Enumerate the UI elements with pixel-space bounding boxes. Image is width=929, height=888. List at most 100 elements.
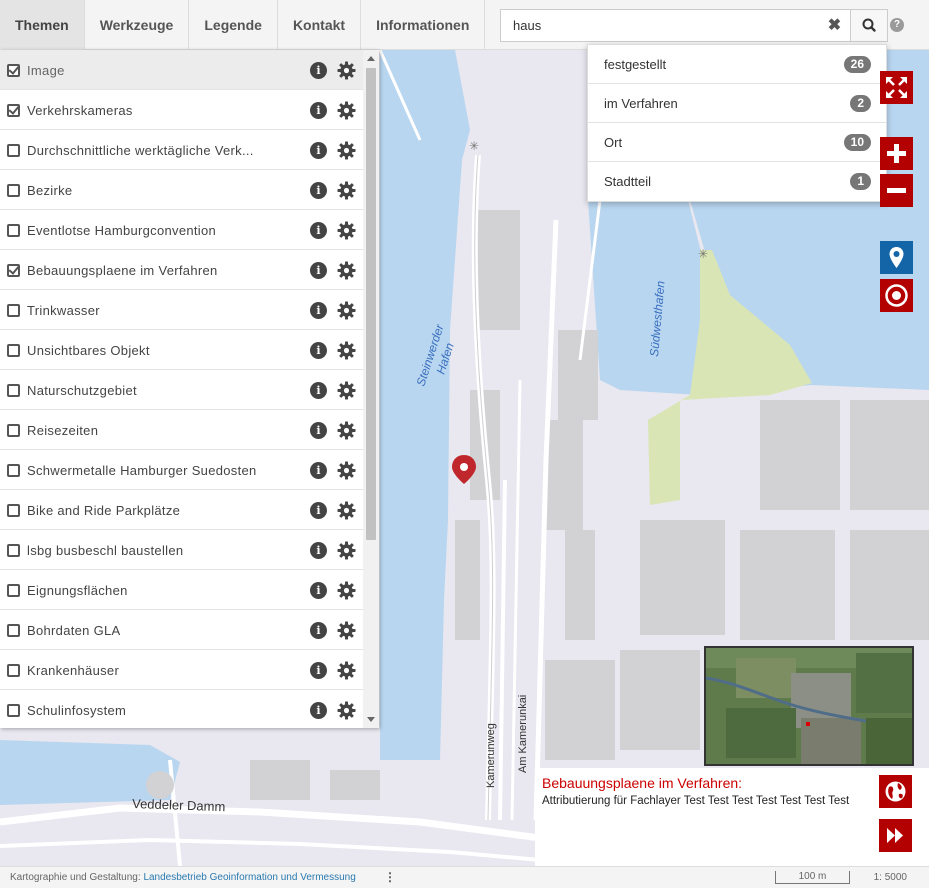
layer-item-krankenh-user[interactable]: Krankenhäuser i (0, 650, 363, 690)
label-kamerunweg: Kamerunweg (485, 723, 497, 788)
tab-themen[interactable]: Themen (0, 0, 85, 50)
gear-icon[interactable] (337, 101, 356, 120)
checkbox-icon[interactable] (7, 504, 20, 517)
info-circle-icon[interactable]: i (310, 622, 327, 639)
gear-icon[interactable] (337, 141, 356, 160)
checked-checkbox-icon[interactable] (7, 104, 20, 117)
fullscreen-button[interactable] (880, 71, 913, 104)
layer-item-schwermetalle-hamburger-suedosten[interactable]: Schwermetalle Hamburger Suedosten i (0, 450, 363, 490)
gear-icon[interactable] (337, 61, 356, 80)
checkbox-icon[interactable] (7, 144, 20, 157)
suggestion-ort[interactable]: Ort 10 (588, 123, 886, 162)
overview-map[interactable] (704, 646, 914, 766)
checkbox-icon[interactable] (7, 624, 20, 637)
layer-item-eventlotse-hamburgconvention[interactable]: Eventlotse Hamburgconvention i (0, 210, 363, 250)
layer-item-naturschutzgebiet[interactable]: Naturschutzgebiet i (0, 370, 363, 410)
orientation-button[interactable] (880, 279, 913, 312)
suggestion-label: Stadtteil (604, 174, 651, 189)
gear-icon[interactable] (337, 461, 356, 480)
gear-icon[interactable] (337, 541, 356, 560)
scroll-down-icon[interactable] (367, 717, 375, 722)
info-circle-icon[interactable]: i (310, 262, 327, 279)
gear-icon[interactable] (337, 581, 356, 600)
layer-item-lsbg-busbeschl-baustellen[interactable]: lsbg busbeschl baustellen i (0, 530, 363, 570)
checkbox-icon[interactable] (7, 304, 20, 317)
scrollbar-thumb[interactable] (366, 68, 376, 540)
suggestion-im-verfahren[interactable]: im Verfahren 2 (588, 84, 886, 123)
layer-item-bohrdaten-gla[interactable]: Bohrdaten GLA i (0, 610, 363, 650)
layer-item-bike-and-ride-parkpl-tze[interactable]: Bike and Ride Parkplätze i (0, 490, 363, 530)
info-circle-icon[interactable]: i (310, 502, 327, 519)
gear-icon[interactable] (337, 661, 356, 680)
scroll-up-icon[interactable] (367, 56, 375, 61)
search-input[interactable] (501, 10, 819, 41)
checkbox-icon[interactable] (7, 384, 20, 397)
info-circle-icon[interactable]: i (310, 62, 327, 79)
checkbox-icon[interactable] (7, 424, 20, 437)
layer-item-schulinfosystem[interactable]: Schulinfosystem i (0, 690, 363, 728)
info-circle-icon[interactable]: i (310, 422, 327, 439)
info-circle-icon[interactable]: i (310, 542, 327, 559)
layer-item-bebauungsplaene-im-verfahren[interactable]: Bebauungsplaene im Verfahren i (0, 250, 363, 290)
checked-checkbox-icon[interactable] (7, 64, 20, 77)
checkbox-icon[interactable] (7, 544, 20, 557)
layer-item-verkehrskameras[interactable]: Verkehrskameras i (0, 90, 363, 130)
layer-item-image[interactable]: Image i (0, 50, 363, 90)
gear-icon[interactable] (337, 221, 356, 240)
attribution-toggle-button[interactable] (879, 819, 912, 852)
gear-icon[interactable] (337, 261, 356, 280)
tab-kontakt[interactable]: Kontakt (278, 0, 362, 50)
scrollbar[interactable] (363, 50, 379, 728)
suggestion-stadtteil[interactable]: Stadtteil 1 (588, 162, 886, 201)
close-icon[interactable]: ✖ (819, 10, 850, 41)
layer-item-trinkwasser[interactable]: Trinkwasser i (0, 290, 363, 330)
checked-checkbox-icon[interactable] (7, 264, 20, 277)
checkbox-icon[interactable] (7, 224, 20, 237)
gear-icon[interactable] (337, 421, 356, 440)
info-circle-icon[interactable]: i (310, 342, 327, 359)
layer-item-unsichtbares-objekt[interactable]: Unsichtbares Objekt i (0, 330, 363, 370)
gear-icon[interactable] (337, 301, 356, 320)
layer-item-reisezeiten[interactable]: Reisezeiten i (0, 410, 363, 450)
footer-link[interactable]: Landesbetrieb Geoinformation und Vermess… (143, 872, 355, 883)
tab-werkzeuge[interactable]: Werkzeuge (85, 0, 190, 50)
gear-icon[interactable] (337, 501, 356, 520)
checkbox-icon[interactable] (7, 464, 20, 477)
main-tabs: Themen Werkzeuge Legende Kontakt Informa… (0, 0, 486, 50)
overview-toggle-button[interactable] (879, 775, 912, 808)
info-circle-icon[interactable]: i (310, 302, 327, 319)
gear-icon[interactable] (337, 381, 356, 400)
tab-informationen[interactable]: Informationen (361, 0, 486, 50)
checkbox-icon[interactable] (7, 584, 20, 597)
layer-item-bezirke[interactable]: Bezirke i (0, 170, 363, 210)
tab-legende[interactable]: Legende (189, 0, 278, 50)
info-circle-icon[interactable]: i (310, 462, 327, 479)
checkbox-icon[interactable] (7, 344, 20, 357)
gear-icon[interactable] (337, 621, 356, 640)
info-circle-icon[interactable]: i (310, 382, 327, 399)
more-vertical-icon[interactable]: ⋮ (384, 870, 396, 884)
locate-button[interactable] (880, 241, 913, 274)
checkbox-icon[interactable] (7, 704, 20, 717)
info-circle-icon[interactable]: i (310, 582, 327, 599)
info-circle-icon[interactable]: i (310, 142, 327, 159)
info-circle-icon[interactable]: i (310, 702, 327, 719)
info-circle-icon[interactable]: i (310, 222, 327, 239)
suggestion-festgestellt[interactable]: festgestellt 26 (588, 45, 886, 84)
fast-forward-icon (887, 828, 903, 843)
info-circle-icon[interactable]: i (310, 182, 327, 199)
zoom-out-button[interactable] (880, 174, 913, 207)
layer-item-eignungsfl-chen[interactable]: Eignungsflächen i (0, 570, 363, 610)
gear-icon[interactable] (337, 341, 356, 360)
info-circle-icon[interactable]: i (310, 102, 327, 119)
layer-name: Eignungsflächen (27, 583, 128, 598)
gear-icon[interactable] (337, 181, 356, 200)
gear-icon[interactable] (337, 701, 356, 720)
checkbox-icon[interactable] (7, 664, 20, 677)
layer-item-durchschnittliche-werkt-gliche-verk[interactable]: Durchschnittliche werktägliche Verk... i (0, 130, 363, 170)
search-button[interactable] (850, 10, 887, 41)
question-circle-icon[interactable]: ? (890, 18, 904, 32)
info-circle-icon[interactable]: i (310, 662, 327, 679)
zoom-in-button[interactable] (880, 137, 913, 170)
checkbox-icon[interactable] (7, 184, 20, 197)
